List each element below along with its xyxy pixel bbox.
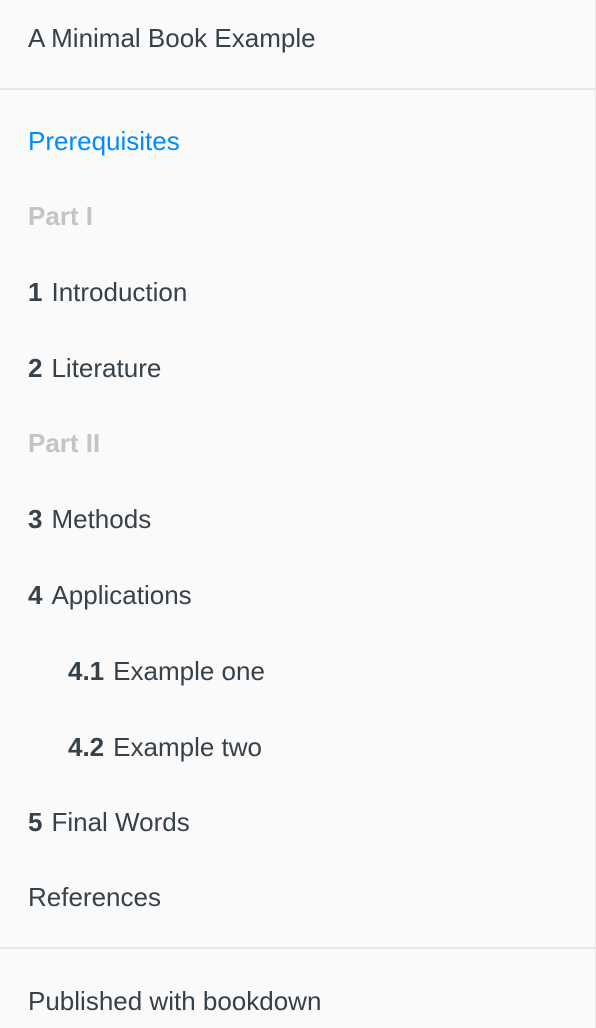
toc-item-label: Methods	[51, 504, 152, 534]
toc-sidebar: A Minimal Book Example Prerequisites Par…	[0, 0, 596, 1028]
footer-label: Published with bookdown	[28, 986, 322, 1016]
part-header-1: Part I	[28, 196, 93, 236]
toc-item-example-one[interactable]: 4.1 Example one	[68, 651, 265, 691]
toc-item-label: Example two	[113, 732, 262, 762]
toc-item-introduction[interactable]: 1 Introduction	[28, 272, 187, 312]
toc-item-label: Prerequisites	[28, 126, 180, 156]
toc-item-example-two[interactable]: 4.2 Example two	[68, 727, 262, 767]
chapter-number: 2	[28, 353, 43, 383]
toc-item-label: Literature	[51, 353, 162, 383]
section-number: 4.1	[68, 656, 105, 686]
toc-item-final-words[interactable]: 5 Final Words	[28, 802, 190, 842]
top-divider	[0, 88, 596, 90]
section-number: 4.2	[68, 732, 105, 762]
toc-item-label: References	[28, 882, 161, 912]
toc-item-applications[interactable]: 4 Applications	[28, 575, 192, 615]
published-with-bookdown-link[interactable]: Published with bookdown	[28, 981, 321, 1021]
toc-item-prerequisites[interactable]: Prerequisites	[28, 121, 180, 161]
part-header-label: Part II	[28, 428, 101, 458]
chapter-number: 3	[28, 504, 43, 534]
bottom-divider	[0, 947, 596, 949]
chapter-number: 5	[28, 807, 43, 837]
chapter-number: 1	[28, 277, 43, 307]
toc-item-references[interactable]: References	[28, 877, 161, 917]
book-title-label: A Minimal Book Example	[28, 23, 316, 53]
toc-item-label: Introduction	[51, 277, 188, 307]
book-title-link[interactable]: A Minimal Book Example	[28, 18, 316, 58]
toc-item-methods[interactable]: 3 Methods	[28, 499, 151, 539]
toc-item-literature[interactable]: 2 Literature	[28, 348, 161, 388]
toc-item-label: Example one	[113, 656, 265, 686]
toc-item-label: Applications	[51, 580, 192, 610]
part-header-2: Part II	[28, 423, 100, 463]
chapter-number: 4	[28, 580, 43, 610]
part-header-label: Part I	[28, 201, 94, 231]
toc-item-label: Final Words	[51, 807, 190, 837]
